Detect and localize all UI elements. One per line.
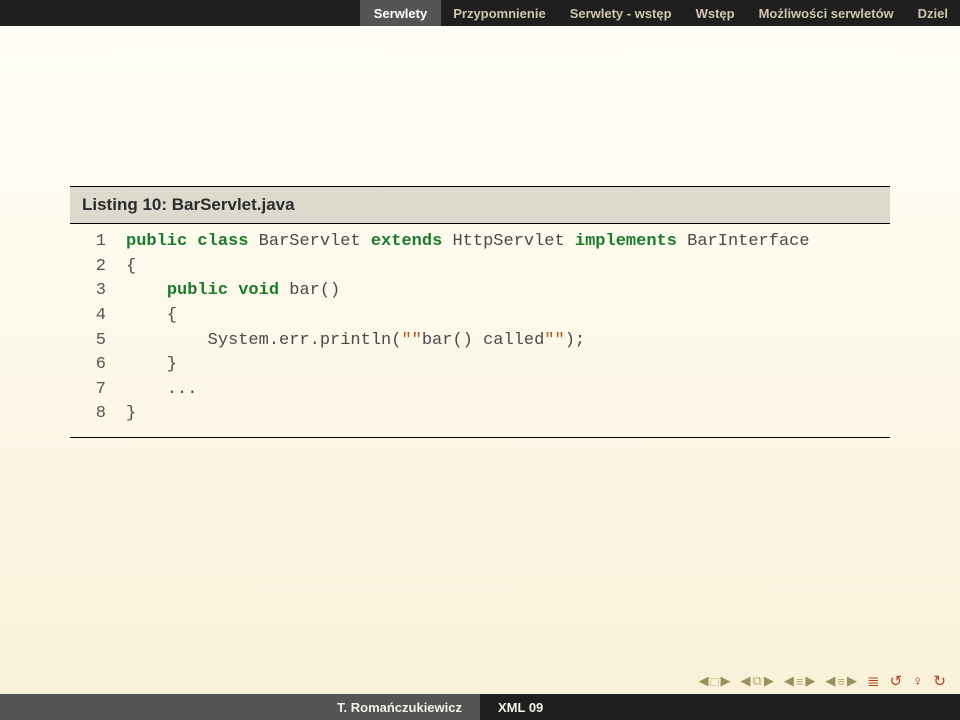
header-spacer bbox=[0, 0, 360, 26]
nav-outline-icon[interactable]: ≣ bbox=[867, 672, 880, 690]
listing-title: Listing 10: BarServlet.java bbox=[70, 186, 890, 224]
nav-search-icon[interactable]: ♀ bbox=[912, 673, 923, 690]
nav-section-back-icon[interactable]: ◀≡▶ bbox=[784, 673, 816, 689]
breadcrumb-current[interactable]: Serwlety bbox=[360, 0, 441, 26]
footer: T. Romańczukiewicz XML 09 bbox=[0, 694, 960, 720]
breadcrumb-item[interactable]: Wstęp bbox=[684, 0, 747, 26]
nav-section-fwd-icon[interactable]: ◀≡▶ bbox=[825, 673, 857, 689]
slide-root: Serwlety Przypomnienie Serwlety - wstęp … bbox=[0, 0, 960, 720]
breadcrumb-item[interactable]: Serwlety - wstęp bbox=[558, 0, 684, 26]
nav-redo-icon[interactable]: ↻ bbox=[933, 672, 946, 690]
slide-content: Listing 10: BarServlet.java 1public clas… bbox=[0, 26, 960, 438]
nav-undo-icon[interactable]: ↺ bbox=[890, 672, 903, 690]
code-block: 1public class BarServlet extends HttpSer… bbox=[70, 224, 890, 438]
breadcrumb-item[interactable]: Przypomnienie bbox=[441, 0, 557, 26]
nav-prev-icon[interactable]: ◀⧉▶ bbox=[741, 673, 774, 689]
breadcrumb-item[interactable]: Dziel bbox=[906, 0, 960, 26]
breadcrumb-item[interactable]: Możliwości serwletów bbox=[747, 0, 906, 26]
nav-symbols: ◀□▶ ◀⧉▶ ◀≡▶ ◀≡▶ ≣ ↺ ♀ ↻ bbox=[699, 672, 946, 690]
footer-title: XML 09 bbox=[480, 694, 960, 720]
footer-author: T. Romańczukiewicz bbox=[0, 694, 480, 720]
nav-first-icon[interactable]: ◀□▶ bbox=[699, 673, 731, 689]
code-listing: 1public class BarServlet extends HttpSer… bbox=[70, 230, 890, 427]
breadcrumb: Serwlety Przypomnienie Serwlety - wstęp … bbox=[0, 0, 960, 26]
